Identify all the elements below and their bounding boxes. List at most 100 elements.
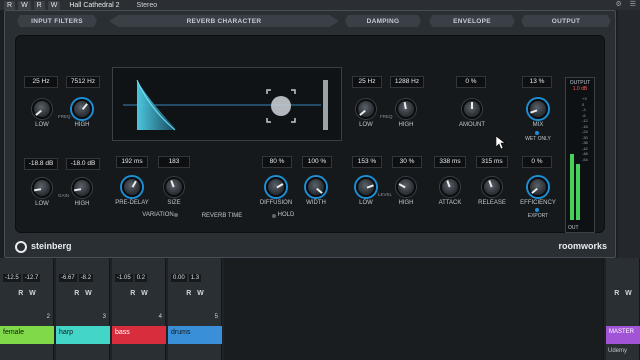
brand-row: steinberg roomworks xyxy=(5,237,617,257)
width-value[interactable]: 100 % xyxy=(302,156,332,168)
channel-2-num: 3 xyxy=(102,314,106,320)
menu-icon[interactable]: ☰ xyxy=(630,0,636,10)
damping-high-freq-value[interactable]: 1288 Hz xyxy=(390,76,424,88)
damping-high-freq-knob[interactable] xyxy=(396,99,416,119)
damping-level-tag: LEVEL xyxy=(378,192,393,197)
damping-freq-tag: FREQ xyxy=(380,114,393,119)
size-value[interactable]: 183 xyxy=(158,156,190,168)
diffusion-label: DIFFUSION xyxy=(259,200,293,206)
diffusion-knob[interactable] xyxy=(266,177,286,197)
reverb-display xyxy=(112,67,342,141)
preset-name[interactable]: Hall Cathedral 2 xyxy=(69,2,119,9)
diffusion-value[interactable]: 80 % xyxy=(262,156,292,168)
envelope-release-knob[interactable] xyxy=(482,177,502,197)
stereo-label[interactable]: Stereo xyxy=(137,2,158,9)
meter-scale: +3 0 -3 -6 -12 -18 -24 -30 -36 -42 -48 -54 xyxy=(582,96,588,162)
width-knob[interactable] xyxy=(306,177,326,197)
channel-4-rw[interactable]: R W xyxy=(168,290,222,297)
mixer-empty-area xyxy=(224,258,604,360)
master-name[interactable]: MASTER xyxy=(606,326,640,344)
section-envelope: ENVELOPE xyxy=(429,15,515,27)
envelope-attack-label: ATTACK xyxy=(438,200,462,206)
mixer-channel-3[interactable]: -1.05 0.2 R W 4 bass xyxy=(112,258,166,360)
wet-only-indicator[interactable] xyxy=(535,131,539,135)
damping-low-level-knob[interactable] xyxy=(356,177,376,197)
efficiency-value[interactable]: 0 % xyxy=(522,156,552,168)
channel-2-val-a[interactable]: -6.67 xyxy=(59,274,77,282)
input-high-freq-value[interactable]: 7512 Hz xyxy=(66,76,100,88)
mixer-channel-2[interactable]: -6.67 -8.2 R W 3 harp xyxy=(56,258,110,360)
predelay-value[interactable]: 192 ms xyxy=(116,156,148,168)
channel-3-num: 4 xyxy=(158,314,162,320)
damping-high-level-knob[interactable] xyxy=(396,177,416,197)
channel-1-val-a[interactable]: -12.5 xyxy=(3,274,21,282)
channel-3-val-a[interactable]: -1.05 xyxy=(115,274,133,282)
meter-left-bar xyxy=(570,154,574,220)
export-label: EXPORT xyxy=(527,213,549,219)
input-high-freq-knob[interactable] xyxy=(72,99,92,119)
meter-tick-6: -24 xyxy=(582,129,588,134)
damping-low-freq-knob[interactable] xyxy=(356,99,376,119)
efficiency-knob[interactable] xyxy=(528,177,548,197)
meter-tick-0: +3 xyxy=(582,96,587,101)
wet-only-label: WET ONLY xyxy=(525,136,551,142)
mix-value[interactable]: 13 % xyxy=(522,76,552,88)
channel-3-name[interactable]: bass xyxy=(112,326,166,344)
variation-indicator[interactable] xyxy=(174,213,178,217)
channel-3-rw[interactable]: R W xyxy=(112,290,166,297)
input-low-freq-knob[interactable] xyxy=(32,99,52,119)
efficiency-label: EFFICIENCY xyxy=(520,200,556,206)
damping-high-label: HIGH xyxy=(398,122,414,128)
host-write-button-2[interactable]: W xyxy=(47,0,61,10)
host-read-button-2[interactable]: R xyxy=(33,0,45,10)
envelope-amount-value[interactable]: 0 % xyxy=(456,76,486,88)
envelope-attack-value[interactable]: 338 ms xyxy=(434,156,466,168)
channel-1-name[interactable]: female xyxy=(0,326,54,344)
envelope-attack-knob[interactable] xyxy=(440,177,460,197)
section-input-filters: INPUT FILTERS xyxy=(17,15,97,27)
roomworks-label: roomworks xyxy=(558,241,607,251)
mouse-cursor-icon xyxy=(496,136,506,150)
input-high-gain-value[interactable]: -18.0 dB xyxy=(66,158,100,170)
meter-tick-8: -36 xyxy=(582,140,588,145)
meter-tick-11: -54 xyxy=(582,156,588,162)
mix-knob[interactable] xyxy=(528,99,548,119)
channel-4-val-a[interactable]: 0.00 xyxy=(171,274,187,282)
mixer-channel-1[interactable]: -12.5 -12.7 R W 2 female xyxy=(0,258,54,360)
host-write-button[interactable]: W xyxy=(18,0,31,10)
section-damping: DAMPING xyxy=(345,15,421,27)
channel-4-val-b[interactable]: 1.3 xyxy=(188,274,202,282)
input-high-label: HIGH xyxy=(74,122,90,128)
envelope-release-value[interactable]: 315 ms xyxy=(476,156,508,168)
channel-1-rw[interactable]: R W xyxy=(0,290,54,297)
channel-2-name[interactable]: harp xyxy=(56,326,110,344)
damping-low-level-value[interactable]: 153 % xyxy=(352,156,382,168)
damping-high-level-value[interactable]: 30 % xyxy=(392,156,422,168)
host-right-icons: ⚙ ☰ xyxy=(615,0,636,10)
master-channel[interactable]: R W MASTER Udemy xyxy=(606,258,640,360)
damping-low-freq-value[interactable]: 25 Hz xyxy=(352,76,382,88)
input-low-gain-knob[interactable] xyxy=(32,178,52,198)
watermark: Udemy xyxy=(608,348,628,354)
input-low-freq-value[interactable]: 25 Hz xyxy=(24,76,58,88)
channel-3-val-b[interactable]: 0.2 xyxy=(134,274,148,282)
channel-4-name[interactable]: drums xyxy=(168,326,222,344)
host-read-button[interactable]: R xyxy=(4,0,16,10)
hold-label: HOLD xyxy=(277,212,295,218)
channel-1-val-b[interactable]: -12.7 xyxy=(22,274,41,282)
export-indicator[interactable] xyxy=(535,208,539,212)
variation-label: VARIATION xyxy=(142,212,174,218)
envelope-amount-knob[interactable] xyxy=(462,99,482,119)
channel-2-rw[interactable]: R W xyxy=(56,290,110,297)
master-rw[interactable]: R W xyxy=(606,290,640,297)
size-knob[interactable] xyxy=(164,177,184,197)
input-high-gain-label: HIGH xyxy=(74,201,90,207)
reverb-decay-graph xyxy=(123,79,328,131)
channel-2-val-b[interactable]: -8.2 xyxy=(78,274,94,282)
mix-label: MIX xyxy=(532,122,544,128)
input-high-gain-knob[interactable] xyxy=(72,178,92,198)
settings-icon[interactable]: ⚙ xyxy=(615,0,621,10)
mixer-channel-4[interactable]: 0.00 1.3 R W 5 drums xyxy=(168,258,222,360)
predelay-knob[interactable] xyxy=(122,177,142,197)
input-low-gain-value[interactable]: -18.8 dB xyxy=(24,158,58,170)
